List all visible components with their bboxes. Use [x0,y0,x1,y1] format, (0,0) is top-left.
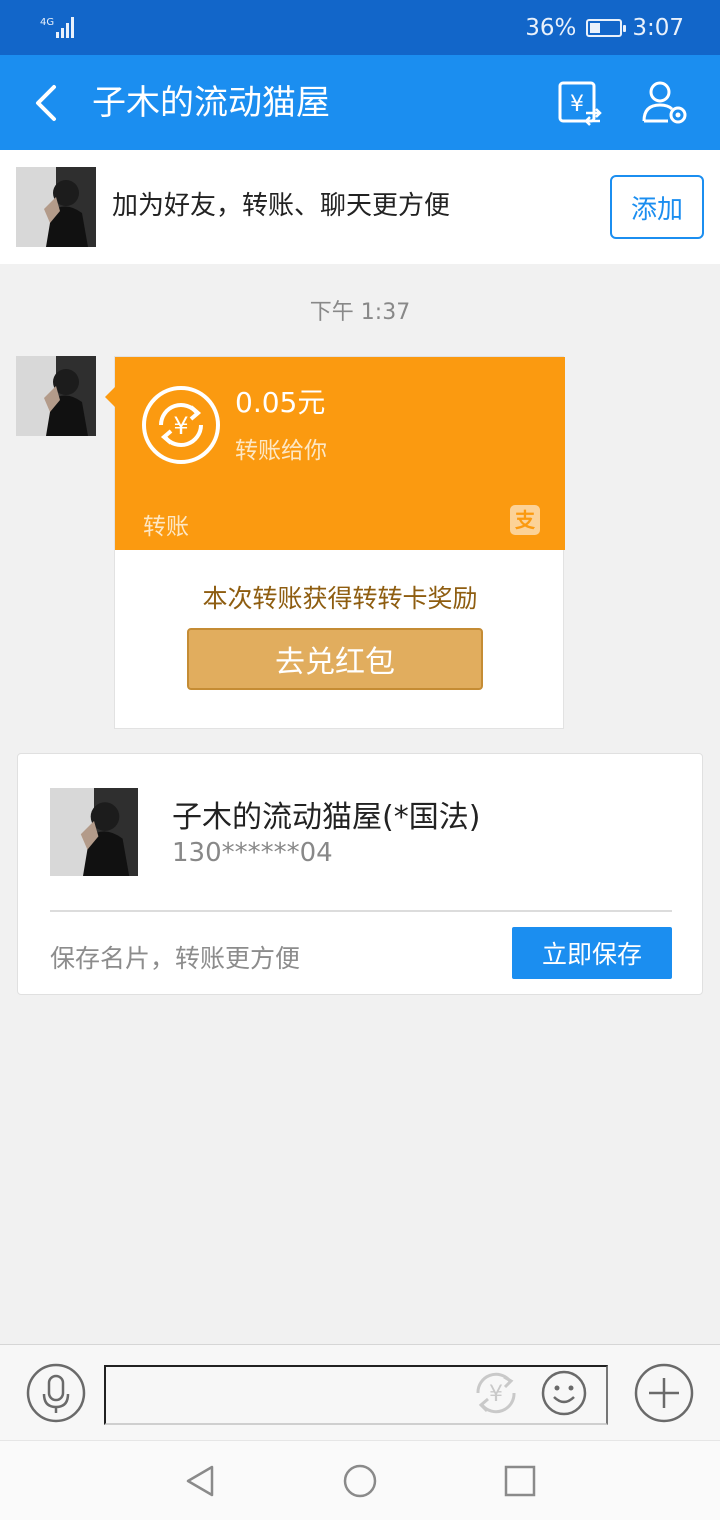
svg-text:¥: ¥ [489,1382,503,1407]
bubble-pointer [105,387,115,407]
clock: 3:07 [632,15,684,41]
avatar[interactable] [16,167,96,247]
svg-text:¥: ¥ [173,412,188,440]
plus-icon[interactable] [634,1363,694,1423]
divider [50,910,672,912]
emoji-icon[interactable] [540,1369,588,1417]
yuan-exchange-icon: ¥ [142,386,220,464]
contact-phone: 130******04 [172,838,333,868]
battery-icon [586,19,627,37]
yuan-transfer-icon[interactable]: ¥ [556,79,604,127]
message-input[interactable] [104,1365,608,1425]
svg-text:¥: ¥ [570,92,584,117]
transfer-message-card[interactable]: ¥ 0.05元 转账给你 转账 支 本次转账获得转转卡奖励 去兑红包 [105,356,565,729]
transfer-subtitle: 转账给你 [235,438,327,464]
user-settings-icon[interactable] [640,79,690,127]
save-contact-hint: 保存名片，转账更方便 [50,944,301,973]
transfer-amount: 0.05元 [235,386,326,419]
add-friend-bar: 加为好友，转账、聊天更方便 添加 [0,150,720,264]
redeem-red-packet-button[interactable]: 去兑红包 [187,628,483,690]
microphone-icon[interactable] [26,1363,86,1423]
reward-text: 本次转账获得转转卡奖励 [202,584,478,613]
alipay-icon: 支 [510,505,540,535]
transfer-header[interactable]: ¥ 0.05元 转账给你 转账 支 [115,357,565,550]
battery-fill [590,23,601,33]
avatar[interactable] [50,788,138,876]
add-friend-prompt: 加为好友，转账、聊天更方便 [112,191,451,221]
network-type: 4G [40,17,54,28]
contact-name: 子木的流动猫屋(*国法) [172,800,481,835]
chat-header: 子木的流动猫屋 ¥ [0,55,720,150]
avatar[interactable] [16,356,96,436]
yuan-icon[interactable]: ¥ [470,1367,522,1419]
signal-icon: 4G [40,17,74,38]
back-icon[interactable] [28,81,68,125]
add-friend-button[interactable]: 添加 [610,175,704,239]
nav-recent-icon[interactable] [502,1463,538,1499]
save-contact-button[interactable]: 立即保存 [512,927,672,979]
contact-card[interactable]: 子木的流动猫屋(*国法) 130******04 保存名片，转账更方便 立即保存 [17,753,703,995]
system-nav-bar [0,1440,720,1520]
message-input-bar: ¥ [0,1344,720,1440]
message-timestamp: 下午 1:37 [309,300,411,325]
status-bar: 4G 36% 3:07 [0,0,720,55]
nav-back-icon[interactable] [182,1463,218,1499]
battery-percent: 36% [525,15,577,41]
transfer-label: 转账 [143,514,189,540]
page-title: 子木的流动猫屋 [92,83,330,123]
nav-home-icon[interactable] [342,1463,378,1499]
